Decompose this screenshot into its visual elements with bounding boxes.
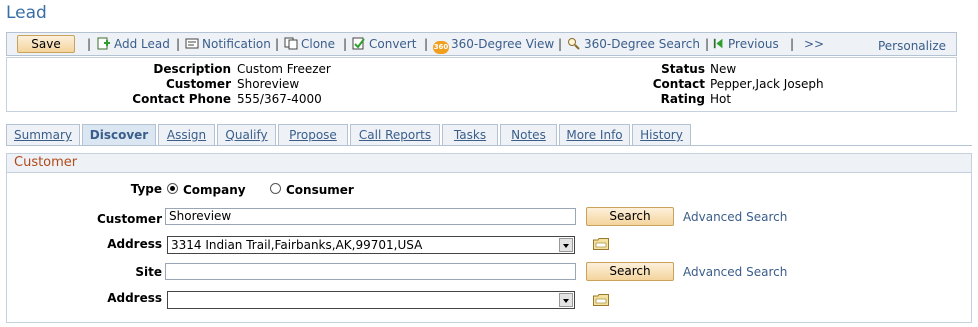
- personalize-link[interactable]: Personalize: [878, 39, 946, 53]
- section-title: Customer: [7, 154, 971, 173]
- status-value: New: [710, 62, 737, 76]
- search-360-label: 360-Degree Search: [584, 37, 700, 51]
- toolbar-separator: |: [275, 37, 280, 51]
- tab-discover[interactable]: Discover: [82, 124, 156, 145]
- company-radio-label: Company: [183, 183, 246, 197]
- dropdown-arrow-icon[interactable]: [559, 238, 573, 252]
- convert-link[interactable]: Convert: [352, 37, 416, 51]
- customer-field-label: Customer: [96, 212, 162, 226]
- tab-history[interactable]: History: [632, 124, 691, 145]
- magnifier-icon: [568, 38, 580, 50]
- page-title: Lead: [6, 3, 47, 23]
- previous-link[interactable]: Previous: [713, 37, 779, 51]
- rating-value: Hot: [710, 92, 732, 106]
- clone-link[interactable]: Clone: [284, 37, 335, 51]
- description-value: Custom Freezer: [237, 62, 331, 76]
- toolbar-separator: |: [558, 37, 563, 51]
- site-search-button[interactable]: Search: [586, 262, 674, 281]
- toolbar-separator: |: [424, 37, 429, 51]
- tab-more-info[interactable]: More Info: [559, 124, 630, 145]
- notification-link[interactable]: Notification: [185, 37, 271, 51]
- site-address-select[interactable]: [167, 291, 575, 309]
- consumer-radio[interactable]: [270, 183, 281, 194]
- lead-summary: Description Custom Freezer Customer Shor…: [6, 57, 957, 112]
- dropdown-arrow-icon[interactable]: [559, 293, 573, 307]
- toolbar-separator: |: [343, 37, 348, 51]
- consumer-radio-label: Consumer: [286, 183, 354, 197]
- address-select[interactable]: 3314 Indian Trail,Fairbanks,AK,99701,USA: [167, 236, 575, 254]
- customer-value: Shoreview: [237, 77, 300, 91]
- toolbar-separator: |: [790, 37, 795, 51]
- previous-icon: [713, 38, 723, 49]
- customer-input[interactable]: Shoreview: [165, 208, 576, 225]
- toolbar: Save | Add Lead | Notification | Clone |…: [6, 32, 957, 56]
- notification-label: Notification: [202, 37, 271, 51]
- folder-icon[interactable]: [593, 294, 609, 306]
- view-360-link[interactable]: 360 360-Degree View: [433, 37, 554, 54]
- tab-call-reports[interactable]: Call Reports: [350, 124, 440, 145]
- view-360-label: 360-Degree View: [451, 37, 555, 51]
- contact-value: Pepper,Jack Joseph: [710, 77, 824, 91]
- customer-search-button[interactable]: Search: [586, 207, 674, 226]
- tab-underline: [6, 145, 972, 146]
- toolbar-separator: |: [87, 37, 92, 51]
- status-label: Status: [661, 62, 705, 76]
- description-label: Description: [153, 62, 231, 76]
- company-radio[interactable]: [167, 183, 178, 194]
- contact-phone-label: Contact Phone: [132, 92, 231, 106]
- tab-propose[interactable]: Propose: [278, 124, 348, 145]
- add-lead-label: Add Lead: [114, 37, 170, 51]
- customer-advanced-search-link[interactable]: Advanced Search: [683, 210, 787, 224]
- customer-section: Customer Type Company Consumer Customer …: [6, 153, 972, 323]
- more-actions-link[interactable]: >>: [804, 37, 824, 51]
- save-button[interactable]: Save: [17, 35, 75, 53]
- tab-qualify[interactable]: Qualify: [217, 124, 276, 145]
- contact-phone-value: 555/367-4000: [237, 92, 322, 106]
- site-input[interactable]: [165, 263, 576, 280]
- clone-icon: [284, 37, 298, 50]
- toolbar-separator: |: [705, 37, 710, 51]
- site-advanced-search-link[interactable]: Advanced Search: [683, 265, 787, 279]
- folder-icon[interactable]: [593, 238, 609, 250]
- type-label: Type: [130, 182, 162, 196]
- tab-notes[interactable]: Notes: [500, 124, 557, 145]
- site-label: Site: [135, 265, 162, 279]
- tab-assign[interactable]: Assign: [158, 124, 215, 145]
- notification-icon: [185, 38, 199, 49]
- customer-label: Customer: [165, 77, 231, 91]
- add-document-icon: [97, 37, 110, 50]
- address-select-value: 3314 Indian Trail,Fairbanks,AK,99701,USA: [171, 238, 423, 252]
- 360-icon: 360: [433, 41, 449, 54]
- rating-label: Rating: [660, 92, 705, 106]
- tab-tasks[interactable]: Tasks: [442, 124, 498, 145]
- search-360-link[interactable]: 360-Degree Search: [567, 37, 700, 51]
- address-label: Address: [107, 237, 162, 251]
- previous-label: Previous: [728, 37, 779, 51]
- clone-label: Clone: [301, 37, 336, 51]
- convert-label: Convert: [369, 37, 417, 51]
- convert-icon: [352, 37, 365, 50]
- site-address-label: Address: [107, 291, 162, 305]
- contact-label: Contact: [652, 77, 705, 91]
- toolbar-separator: |: [176, 37, 181, 51]
- add-lead-link[interactable]: Add Lead: [97, 37, 170, 51]
- tab-summary[interactable]: Summary: [6, 124, 80, 145]
